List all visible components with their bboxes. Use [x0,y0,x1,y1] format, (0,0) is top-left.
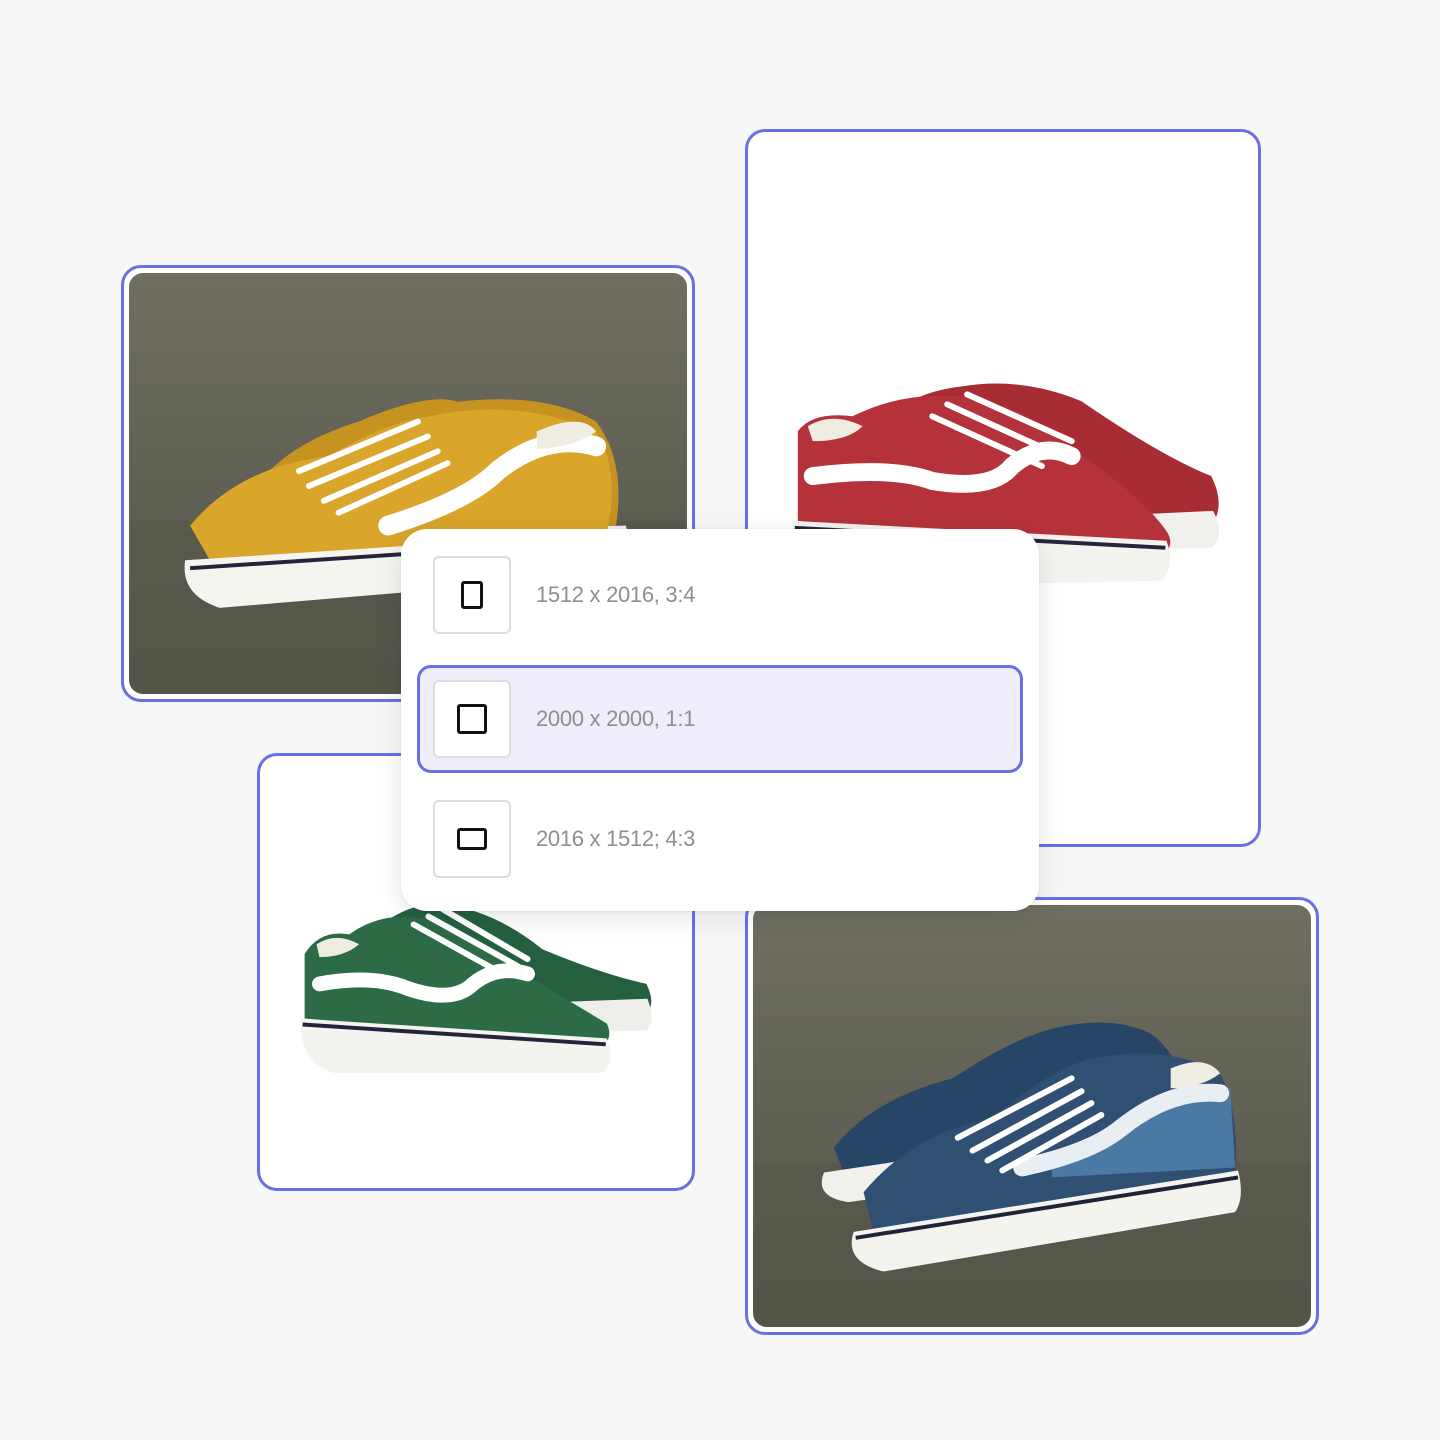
aspect-option-square[interactable]: 2000 x 2000, 1:1 [417,665,1023,773]
sneaker-photo [753,905,1311,1327]
aspect-option-portrait[interactable]: 1512 x 2016, 3:4 [417,541,1023,649]
aspect-option-label: 2000 x 2000, 1:1 [536,706,696,731]
image-card-blue-sneakers[interactable] [745,897,1319,1335]
portrait-frame-icon [433,556,511,634]
aspect-ratio-menu: 1512 x 2016, 3:4 2000 x 2000, 1:1 2016 x… [401,529,1039,911]
aspect-option-landscape[interactable]: 2016 x 1512; 4:3 [417,785,1023,893]
aspect-option-label: 2016 x 1512; 4:3 [536,826,696,851]
landscape-frame-icon [433,800,511,878]
blue-sneakers-image [754,1022,1310,1327]
square-frame-icon [433,680,511,758]
aspect-option-label: 1512 x 2016, 3:4 [536,582,696,607]
